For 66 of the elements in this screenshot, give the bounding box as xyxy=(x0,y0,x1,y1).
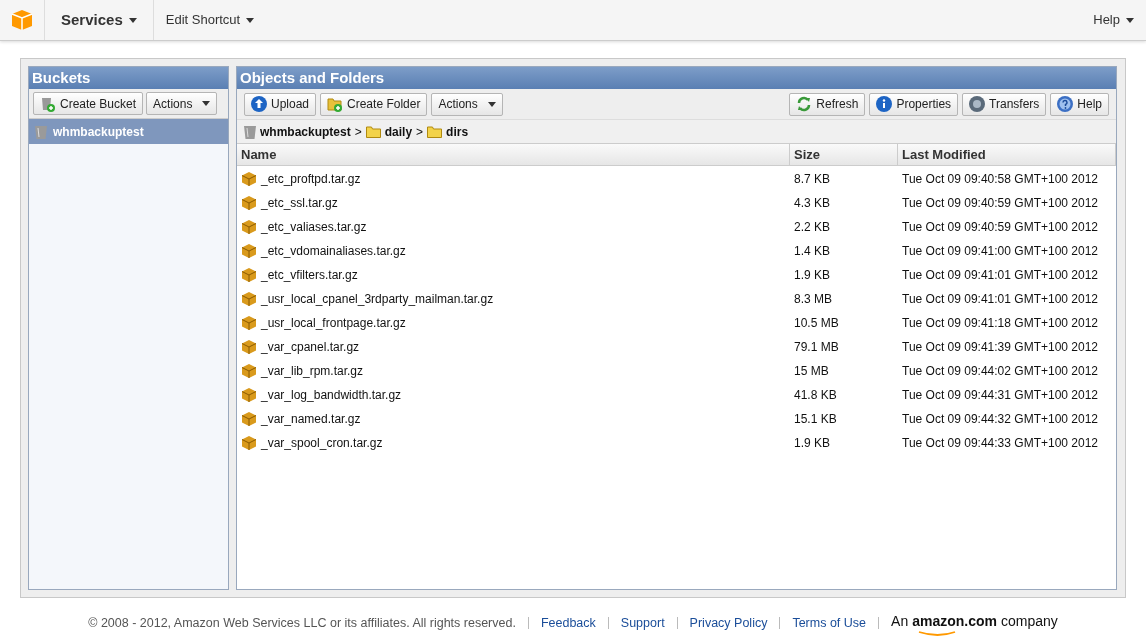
modified-date: Tue Oct 09 09:44:02 GMT+100 2012 xyxy=(902,363,1098,380)
breadcrumb-separator: > xyxy=(354,123,362,141)
breadcrumb-link[interactable]: whmbackuptest xyxy=(260,122,351,141)
file-name[interactable]: _etc_ssl.tar.gz xyxy=(261,194,338,212)
footer-link[interactable]: Privacy Policy xyxy=(689,613,768,633)
file-name[interactable]: _etc_proftpd.tar.gz xyxy=(261,170,361,188)
modified-date: Tue Oct 09 09:44:32 GMT+100 2012 xyxy=(902,411,1098,428)
panel-title: Buckets xyxy=(29,67,228,89)
modified-date: Tue Oct 09 09:44:33 GMT+100 2012 xyxy=(902,435,1098,452)
actions-dropdown[interactable]: Actions xyxy=(146,92,218,115)
create-bucket-button[interactable]: Create Bucket xyxy=(33,92,144,115)
file-name[interactable]: _etc_vfilters.tar.gz xyxy=(261,266,358,284)
breadcrumb-separator: > xyxy=(416,123,424,141)
modified-date: Tue Oct 09 09:41:39 GMT+100 2012 xyxy=(902,339,1098,356)
nav-menu[interactable]: Services xyxy=(45,0,154,40)
help-menu[interactable]: Help xyxy=(1081,0,1146,40)
amazon-wordmark[interactable]: amazon.com xyxy=(912,611,997,635)
modified-date: Tue Oct 09 09:41:18 GMT+100 2012 xyxy=(902,315,1098,332)
modified-date: Tue Oct 09 09:44:31 GMT+100 2012 xyxy=(902,387,1098,404)
breadcrumb-link[interactable]: dirs xyxy=(446,122,469,141)
file-size: 1.4 KB xyxy=(794,243,831,260)
modified-date: Tue Oct 09 09:40:59 GMT+100 2012 xyxy=(902,219,1098,236)
upload-button[interactable]: Upload xyxy=(244,92,317,116)
column-header[interactable]: Size xyxy=(790,144,898,165)
column-header[interactable]: Name xyxy=(237,144,790,165)
create-folder-button[interactable]: Create Folder xyxy=(320,92,428,116)
footer-link[interactable]: Support xyxy=(620,613,665,633)
file-size: 1.9 KB xyxy=(794,267,831,284)
file-name[interactable]: _var_lib_rpm.tar.gz xyxy=(261,362,364,380)
modified-date: Tue Oct 09 09:41:01 GMT+100 2012 xyxy=(902,291,1098,308)
file-size: 2.2 KB xyxy=(794,219,831,236)
file-size: 79.1 MB xyxy=(794,339,839,356)
file-name[interactable]: _usr_local_frontpage.tar.gz xyxy=(261,314,406,332)
footer-link[interactable]: Feedback xyxy=(540,613,596,633)
file-size: 41.8 KB xyxy=(794,387,837,404)
file-name[interactable]: _usr_local_cpanel_3rdparty_mailman.tar.gz xyxy=(261,290,494,308)
modified-date: Tue Oct 09 09:40:59 GMT+100 2012 xyxy=(902,195,1098,212)
file-name[interactable]: _var_spool_cron.tar.gz xyxy=(261,434,383,452)
file-size: 15 MB xyxy=(794,363,829,380)
file-size: 4.3 KB xyxy=(794,195,831,212)
modified-date: Tue Oct 09 09:40:58 GMT+100 2012 xyxy=(902,171,1098,188)
footer-link[interactable]: Terms of Use xyxy=(792,613,867,633)
modified-date: Tue Oct 09 09:41:01 GMT+100 2012 xyxy=(902,267,1098,284)
refresh-button[interactable]: Refresh xyxy=(789,92,866,116)
copyright-text: © 2008 - 2012, Amazon Web Services LLC or its affiliates. All rights reserved. xyxy=(88,614,516,632)
transfers-button[interactable]: Transfers xyxy=(962,92,1047,116)
panel-title: Objects and Folders xyxy=(237,67,1116,89)
info-button[interactable]: Properties xyxy=(869,92,959,116)
actions-dropdown[interactable]: Actions xyxy=(431,92,503,116)
file-size: 15.1 KB xyxy=(794,411,837,428)
file-size: 8.3 MB xyxy=(794,291,832,308)
file-size: 10.5 MB xyxy=(794,315,839,332)
brand-prefix: An xyxy=(891,612,909,631)
file-name[interactable]: _etc_vdomainaliases.tar.gz xyxy=(261,242,406,260)
nav-menu[interactable]: Edit Shortcut xyxy=(153,0,267,40)
modified-date: Tue Oct 09 09:41:00 GMT+100 2012 xyxy=(902,243,1098,260)
file-name[interactable]: _var_log_bandwidth.tar.gz xyxy=(261,386,402,404)
column-header[interactable]: Last Modified xyxy=(898,144,1116,165)
file-size: 1.9 KB xyxy=(794,435,831,452)
file-size: 8.7 KB xyxy=(794,171,831,188)
file-name[interactable]: _var_cpanel.tar.gz xyxy=(261,338,360,356)
file-name[interactable]: _etc_valiases.tar.gz xyxy=(261,218,367,236)
breadcrumb-link[interactable]: daily xyxy=(384,122,413,141)
help-button[interactable]: Help xyxy=(1050,92,1109,116)
brand-suffix: company xyxy=(1001,612,1058,631)
file-name[interactable]: _var_named.tar.gz xyxy=(261,410,361,428)
